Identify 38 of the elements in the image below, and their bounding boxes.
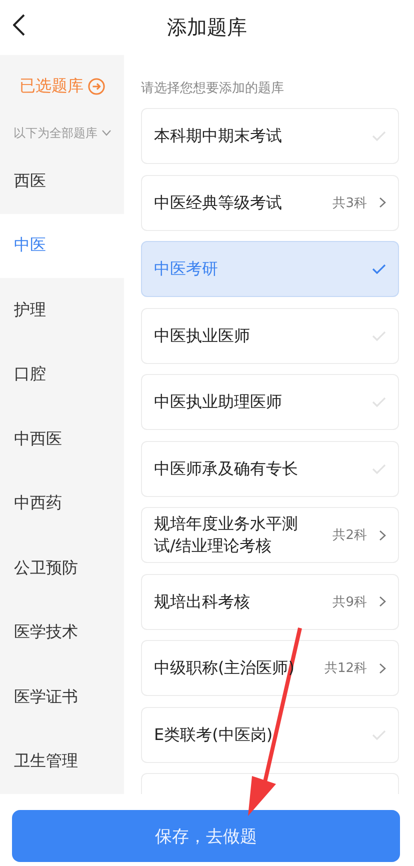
- exam-bank-item[interactable]: 中医执业助理医师: [141, 374, 399, 430]
- chevron-right-icon: [379, 530, 386, 540]
- category-item[interactable]: 西医: [0, 149, 124, 214]
- check-icon: [372, 131, 386, 141]
- category-item[interactable]: 中西药: [0, 472, 124, 536]
- chevron-right-icon: [379, 197, 386, 208]
- exam-group-item[interactable]: 规培出科考核 共9科: [141, 574, 399, 630]
- exam-bank-item[interactable]: 中医师承及确有专长: [141, 440, 399, 496]
- category-item[interactable]: 医学证书: [0, 665, 124, 730]
- exam-bank-item[interactable]: 本科期中期末考试: [141, 108, 399, 164]
- category-item[interactable]: 卫生管理: [0, 730, 124, 794]
- exam-group-item[interactable]: 中级职称(主治医师) 共12科: [141, 640, 399, 696]
- exam-group-item[interactable]: 中医经典等级考试 共3科: [141, 174, 399, 230]
- category-item[interactable]: 口腔: [0, 342, 124, 407]
- category-item[interactable]: 中西医: [0, 407, 124, 472]
- category-item[interactable]: 护理: [0, 278, 124, 342]
- subject-count: 共2科: [332, 527, 367, 544]
- exam-group-item[interactable]: 规培年度业务水平测试/结业理论考核 共2科: [141, 507, 399, 563]
- check-icon: [372, 397, 386, 407]
- check-icon: [372, 264, 386, 274]
- category-item[interactable]: 中医: [0, 214, 124, 278]
- category-item[interactable]: 公卫预防: [0, 536, 124, 600]
- category-item[interactable]: 医学技术: [0, 600, 124, 665]
- chevron-right-icon: [379, 596, 386, 607]
- hint-text: 请选择您想要添加的题库: [141, 80, 285, 98]
- check-icon: [372, 330, 386, 340]
- back-icon[interactable]: [13, 14, 25, 36]
- check-icon: [372, 730, 386, 740]
- check-icon: [372, 464, 386, 474]
- arrow-circle-icon[interactable]: [88, 78, 104, 95]
- page-title: 添加题库: [167, 14, 247, 41]
- subject-count: 共3科: [332, 194, 367, 212]
- chevron-right-icon: [379, 662, 386, 674]
- chevron-down-icon[interactable]: [102, 130, 110, 136]
- exam-bank-item[interactable]: 中医执业医师: [141, 308, 399, 364]
- exam-bank-item[interactable]: E类联考(中医岗): [141, 706, 399, 762]
- subject-count: 共12科: [324, 660, 367, 677]
- subject-count: 共9科: [332, 594, 367, 610]
